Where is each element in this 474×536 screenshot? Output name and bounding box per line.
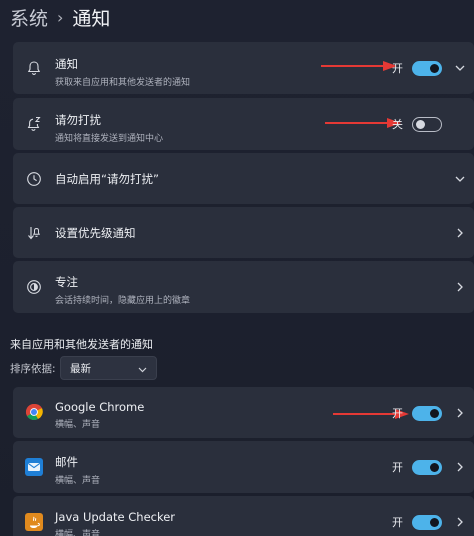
sort-dropdown[interactable]: 最新	[60, 356, 157, 380]
setting-priority-notifications[interactable]: 设置优先级通知	[13, 207, 474, 258]
setting-auto-dnd[interactable]: 自动启用“请勿打扰”	[13, 153, 474, 204]
page-title: 通知	[72, 7, 111, 30]
do-not-disturb-toggle[interactable]	[412, 116, 442, 132]
setting-subtitle: 通知将直接发送到通知中心	[55, 134, 164, 144]
toggle-state-label: 开	[392, 516, 403, 529]
app-java-update-checker[interactable]: Java Update Checker 横幅、声音 开	[13, 496, 474, 536]
chevron-right-icon[interactable]	[452, 405, 468, 421]
mail-notifications-toggle[interactable]	[412, 459, 442, 475]
notifications-toggle[interactable]	[412, 60, 442, 76]
setting-title: 通知	[55, 57, 78, 71]
breadcrumb-separator: ›	[57, 7, 64, 27]
setting-title: 请勿打扰	[55, 113, 101, 127]
focus-icon	[25, 278, 43, 296]
app-google-chrome[interactable]: Google Chrome 横幅、声音 开	[13, 387, 474, 438]
bell-snooze-icon	[25, 115, 43, 133]
toggle-state-label: 开	[392, 62, 403, 75]
clock-icon	[25, 170, 43, 188]
app-title: Google Chrome	[55, 400, 145, 414]
apps-section-title: 来自应用和其他发送者的通知	[10, 338, 153, 351]
setting-focus[interactable]: 专注 会话持续时间，隐藏应用上的徽章	[13, 261, 474, 313]
red-arrow-annotation	[321, 61, 397, 71]
app-subtitle: 横幅、声音	[55, 476, 101, 486]
chevron-right-icon[interactable]	[452, 225, 468, 241]
bell-icon	[25, 59, 43, 77]
breadcrumb: 系统 › 通知	[10, 2, 110, 32]
sort-value: 最新	[70, 362, 91, 375]
setting-subtitle: 会话持续时间，隐藏应用上的徽章	[55, 296, 191, 306]
chevron-down-icon	[138, 364, 147, 376]
sort-label: 排序依据:	[10, 363, 56, 375]
app-subtitle: 横幅、声音	[55, 530, 101, 536]
setting-title: 自动启用“请勿打扰”	[55, 172, 159, 186]
chrome-notifications-toggle[interactable]	[412, 405, 442, 421]
java-notifications-toggle[interactable]	[412, 514, 442, 530]
toggle-state-label: 关	[392, 118, 403, 131]
breadcrumb-root[interactable]: 系统	[10, 4, 48, 31]
setting-title: 专注	[55, 275, 78, 289]
toggle-state-label: 开	[392, 407, 403, 420]
setting-do-not-disturb[interactable]: 请勿打扰 通知将直接发送到通知中心 关	[13, 98, 474, 150]
setting-title: 设置优先级通知	[55, 226, 136, 240]
app-subtitle: 横幅、声音	[55, 420, 101, 430]
app-mail[interactable]: 邮件 横幅、声音 开	[13, 441, 474, 493]
mail-icon	[25, 458, 43, 476]
chevron-right-icon[interactable]	[452, 514, 468, 530]
chevron-right-icon[interactable]	[452, 459, 468, 475]
red-arrow-annotation	[325, 118, 401, 128]
app-title: Java Update Checker	[55, 510, 176, 524]
chrome-icon	[25, 403, 43, 421]
chevron-down-icon[interactable]	[452, 171, 468, 187]
chevron-down-icon[interactable]	[452, 60, 468, 76]
java-icon	[25, 513, 43, 531]
priority-icon	[25, 224, 43, 242]
setting-notifications[interactable]: 通知 获取来自应用和其他发送者的通知 开	[13, 42, 474, 94]
app-title: 邮件	[55, 455, 78, 469]
setting-subtitle: 获取来自应用和其他发送者的通知	[55, 78, 191, 88]
chevron-right-icon[interactable]	[452, 279, 468, 295]
toggle-state-label: 开	[392, 461, 403, 474]
